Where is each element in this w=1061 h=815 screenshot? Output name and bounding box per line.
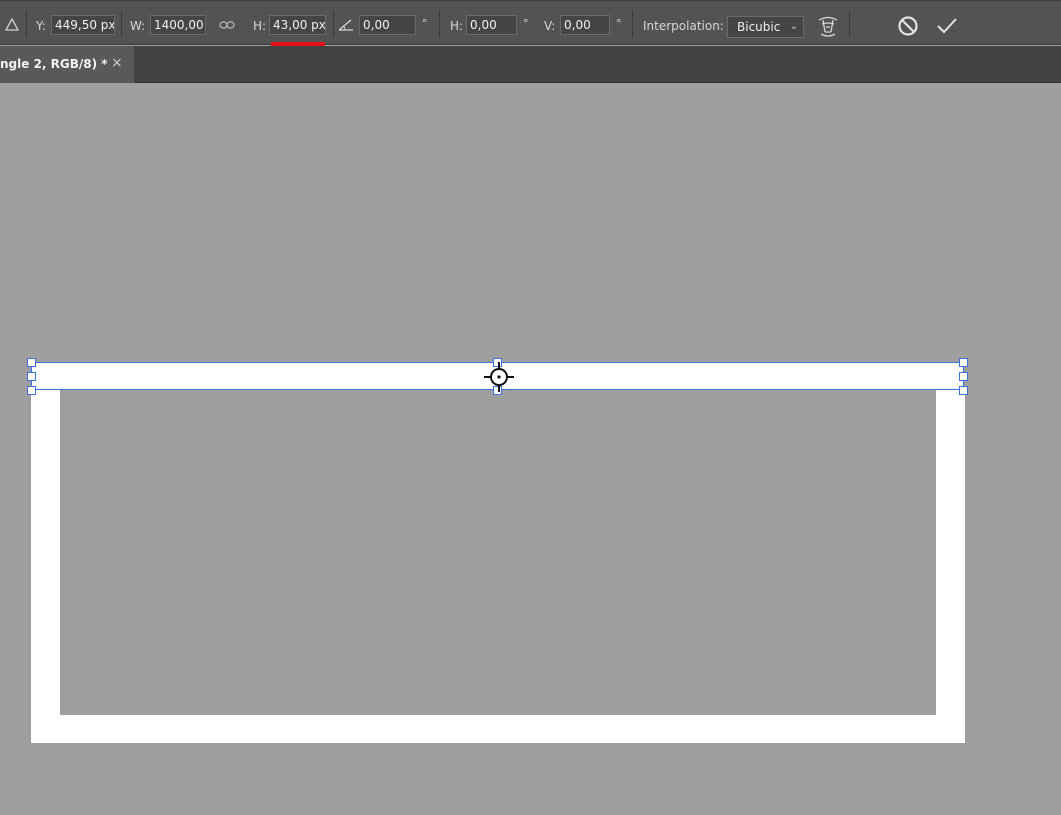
skew-h-label: H: [450, 19, 464, 33]
skew-vertical-input[interactable]: 0,00 [560, 15, 610, 35]
height-input[interactable]: 43,00 px [269, 15, 326, 35]
degree-symbol: ° [422, 17, 428, 30]
separator [26, 10, 27, 38]
transform-handle-top-left[interactable] [27, 358, 36, 367]
interpolation-label: Interpolation: [643, 19, 724, 33]
skew-v-label: V: [544, 19, 556, 33]
interpolation-dropdown[interactable]: Bicubic ⌄ [727, 16, 804, 38]
reference-point-crosshair-icon[interactable] [484, 362, 514, 392]
skew-horizontal-input[interactable]: 0,00 [466, 15, 517, 35]
separator [632, 10, 633, 38]
transform-handle-middle-left[interactable] [27, 372, 36, 381]
document-tab-title: ngle 2, RGB/8) * [0, 57, 108, 71]
warp-mode-icon[interactable] [816, 14, 840, 38]
commit-transform-icon[interactable] [935, 15, 959, 37]
separator [849, 10, 850, 38]
chevron-down-icon: ⌄ [789, 21, 798, 32]
y-position-input[interactable]: 449,50 px [51, 15, 115, 35]
separator [121, 10, 122, 38]
frame-inner-area [60, 390, 936, 715]
close-icon[interactable]: × [111, 55, 123, 71]
width-input[interactable]: 1400,00 [150, 15, 206, 35]
transform-handle-bottom-right[interactable] [959, 386, 968, 395]
document-tab-bar: ngle 2, RGB/8) * × [0, 46, 1061, 83]
degree-symbol: ° [616, 17, 622, 30]
transform-options-bar: Y: 449,50 px W: 1400,00 H: 43,00 px 0,00… [0, 0, 1061, 49]
w-label: W: [130, 19, 146, 33]
separator [333, 10, 334, 38]
white-frame-shape [31, 390, 965, 743]
delta-icon[interactable] [5, 18, 19, 32]
photoshop-window: Y: 449,50 px W: 1400,00 H: 43,00 px 0,00… [0, 0, 1061, 815]
rotation-input[interactable]: 0,00 [359, 15, 416, 35]
interpolation-value: Bicubic [737, 20, 781, 34]
cancel-transform-icon[interactable] [897, 15, 919, 37]
rotate-angle-icon [338, 19, 353, 31]
y-label: Y: [36, 19, 46, 33]
degree-symbol: ° [523, 17, 529, 30]
h-label: H: [253, 19, 267, 33]
document-canvas[interactable] [0, 83, 1061, 815]
transform-handle-middle-right[interactable] [959, 372, 968, 381]
link-aspect-ratio-icon[interactable] [219, 20, 235, 30]
transform-handle-top-right[interactable] [959, 358, 968, 367]
document-tab[interactable]: ngle 2, RGB/8) * × [0, 46, 134, 83]
transform-handle-bottom-left[interactable] [27, 386, 36, 395]
separator [439, 10, 440, 38]
